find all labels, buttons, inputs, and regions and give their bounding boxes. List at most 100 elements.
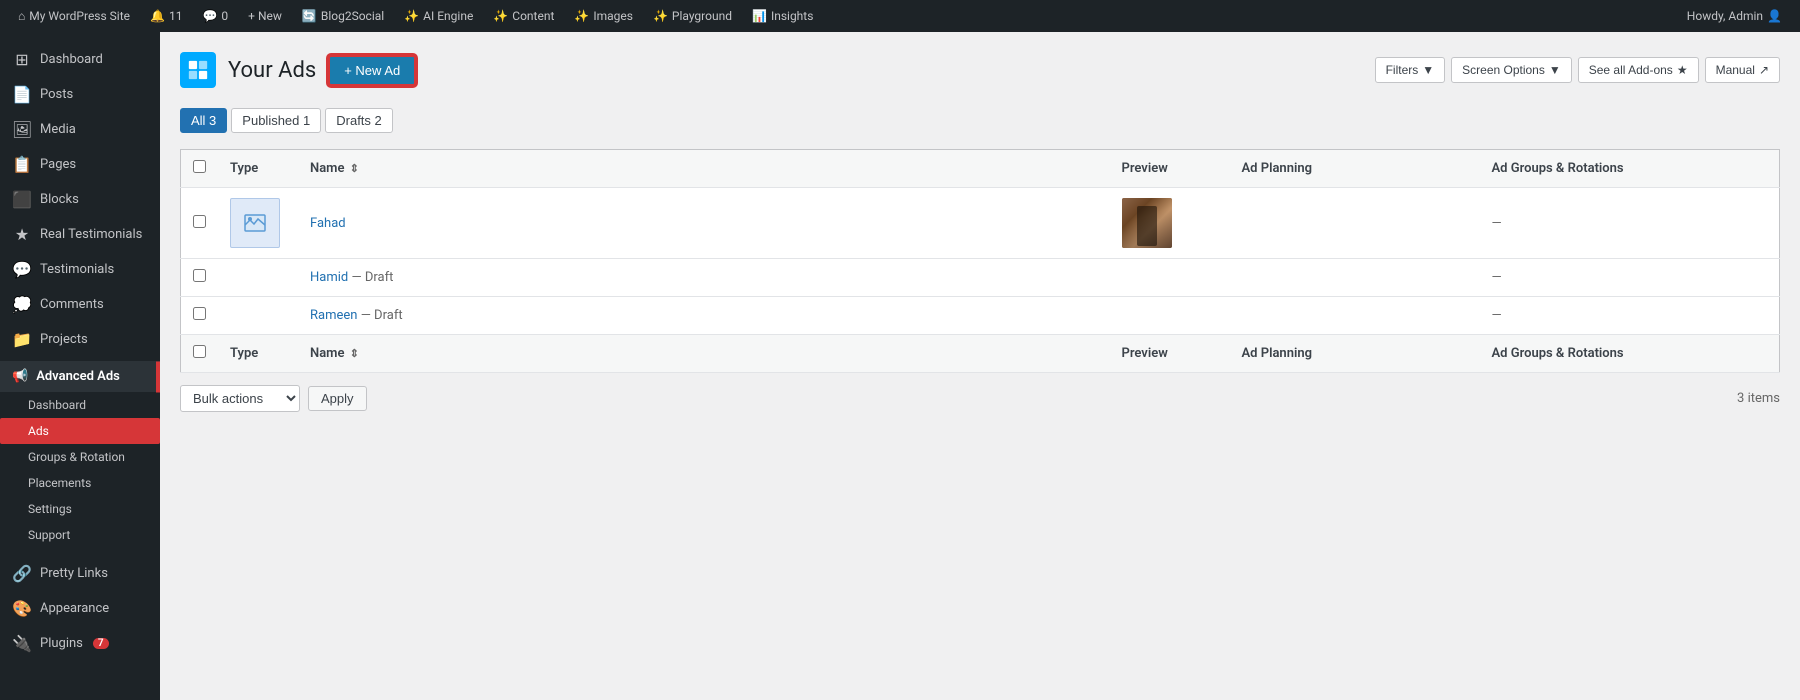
sidebar-item-pretty-links[interactable]: 🔗 Pretty Links	[0, 556, 160, 591]
sidebar-item-media[interactable]: 🖼 Media	[0, 112, 160, 147]
row-preview-hamid	[1110, 259, 1230, 297]
see-all-addons-button[interactable]: See all Add-ons ★	[1578, 57, 1699, 83]
ad-preview-thumb-fahad	[1122, 198, 1172, 248]
tab-all[interactable]: All 3	[180, 108, 227, 133]
tfh-groups-label: Ad Groups & Rotations	[1492, 346, 1624, 361]
filters-button[interactable]: Filters ▼	[1375, 57, 1446, 83]
ads-table: Type Name ⇕ Preview Ad Planning Ad Group…	[180, 149, 1780, 373]
pages-icon: 📋	[12, 155, 32, 174]
site-name-text: My WordPress Site	[29, 9, 130, 23]
sidebar-label-advanced-ads: Advanced Ads	[36, 369, 120, 384]
th-groups: Ad Groups & Rotations	[1480, 150, 1780, 188]
th-type: Type	[218, 150, 298, 188]
notifications-link[interactable]: 🔔 11	[142, 0, 190, 32]
comments-count: 0	[221, 9, 228, 23]
new-ad-button[interactable]: + New Ad	[328, 55, 416, 86]
sidebar-subitem-aa-placements[interactable]: Placements	[0, 470, 160, 496]
th-name-label: Name	[310, 161, 344, 176]
real-testimonials-icon: ★	[12, 225, 32, 244]
row-checkbox-fahad[interactable]	[193, 215, 206, 228]
sidebar-item-real-testimonials[interactable]: ★ Real Testimonials	[0, 217, 160, 252]
sidebar-label-dashboard: Dashboard	[40, 52, 103, 67]
user-greeting[interactable]: Howdy, Admin 👤	[1679, 0, 1790, 32]
sidebar-item-plugins[interactable]: 🔌 Plugins 7	[0, 626, 160, 661]
pretty-links-icon: 🔗	[12, 564, 32, 583]
manual-button[interactable]: Manual ↗	[1705, 57, 1780, 83]
select-all-bottom-checkbox[interactable]	[193, 345, 206, 358]
ad-type-icon-fahad	[230, 198, 280, 248]
sidebar-label-blocks: Blocks	[40, 192, 79, 207]
th-type-label: Type	[230, 161, 258, 176]
blog2social-link[interactable]: 🔄 Blog2Social	[294, 0, 392, 32]
new-content-link[interactable]: + New	[240, 0, 290, 32]
sidebar-item-comments[interactable]: 💭 Comments	[0, 287, 160, 322]
row-type-rameen	[218, 297, 298, 335]
row-check-fahad	[181, 188, 219, 259]
appearance-icon: 🎨	[12, 599, 32, 618]
ad-link-hamid[interactable]: Hamid	[310, 270, 348, 285]
sidebar-section-advanced-ads: 📢 Advanced Ads Dashboard Ads Groups & Ro…	[0, 361, 160, 548]
admin-bar-right: Howdy, Admin 👤	[1679, 0, 1790, 32]
table-header: Type Name ⇕ Preview Ad Planning Ad Group…	[181, 150, 1780, 188]
comments-icon: 💭	[12, 295, 32, 314]
row-checkbox-hamid[interactable]	[193, 269, 206, 282]
bulk-actions-bar: Bulk actions Delete Apply 3 items	[180, 385, 1780, 412]
tab-published[interactable]: Published 1	[231, 108, 321, 133]
sidebar-label-real-testimonials: Real Testimonials	[40, 227, 142, 242]
sidebar-sublabel-aa-settings: Settings	[28, 502, 72, 516]
sidebar-subitem-aa-support[interactable]: Support	[0, 522, 160, 548]
sidebar-item-projects[interactable]: 📁 Projects	[0, 322, 160, 357]
insights-icon: 📊	[752, 9, 767, 23]
playground-link[interactable]: ✨ Playground	[645, 0, 740, 32]
sidebar-item-blocks[interactable]: ⬛ Blocks	[0, 182, 160, 217]
sidebar-subitem-aa-dashboard[interactable]: Dashboard	[0, 392, 160, 418]
ad-link-fahad[interactable]: Fahad	[310, 216, 346, 231]
ai-engine-label: AI Engine	[423, 9, 473, 23]
th-name[interactable]: Name ⇕	[298, 150, 1110, 188]
row-groups-value-rameen: —	[1492, 308, 1502, 323]
layout: ⊞ Dashboard 📄 Posts 🖼 Media 📋 Pages ⬛ Bl…	[0, 32, 1800, 700]
notifications-count: 11	[169, 9, 183, 23]
page-header: Your Ads + New Ad Filters ▼ Screen Optio…	[180, 52, 1780, 88]
new-label-text: + New	[248, 9, 282, 23]
tab-drafts[interactable]: Drafts 2	[325, 108, 393, 133]
screen-options-button[interactable]: Screen Options ▼	[1451, 57, 1572, 83]
bulk-actions-select[interactable]: Bulk actions Delete	[180, 385, 300, 412]
tfh-sort-icon: ⇕	[350, 347, 359, 360]
apply-button[interactable]: Apply	[308, 386, 367, 411]
sidebar-item-posts[interactable]: 📄 Posts	[0, 77, 160, 112]
images-link[interactable]: ✨ Images	[566, 0, 641, 32]
sidebar-sublabel-aa-support: Support	[28, 528, 70, 542]
sidebar-item-dashboard[interactable]: ⊞ Dashboard	[0, 42, 160, 77]
insights-link[interactable]: 📊 Insights	[744, 0, 821, 32]
manual-label: Manual	[1716, 63, 1755, 77]
content-link[interactable]: ✨ Content	[485, 0, 562, 32]
sidebar-subitem-aa-groups[interactable]: Groups & Rotation	[0, 444, 160, 470]
ad-link-rameen[interactable]: Rameen	[310, 308, 357, 323]
playground-icon: ✨	[653, 9, 668, 23]
table-header-row: Type Name ⇕ Preview Ad Planning Ad Group…	[181, 150, 1780, 188]
sidebar-subitem-aa-ads[interactable]: Ads	[0, 418, 160, 444]
sidebar-subitem-aa-settings[interactable]: Settings	[0, 496, 160, 522]
table-row: Fahad —	[181, 188, 1780, 259]
insights-label: Insights	[771, 9, 813, 23]
row-preview-fahad	[1110, 188, 1230, 259]
site-name-link[interactable]: ⌂ My WordPress Site	[10, 0, 138, 32]
th-preview: Preview	[1110, 150, 1230, 188]
user-greeting-text: Howdy, Admin	[1687, 9, 1763, 23]
ai-engine-link[interactable]: ✨ AI Engine	[396, 0, 481, 32]
select-all-checkbox[interactable]	[193, 160, 206, 173]
sidebar-item-testimonials[interactable]: 💬 Testimonials	[0, 252, 160, 287]
sidebar-item-advanced-ads[interactable]: 📢 Advanced Ads	[0, 361, 160, 392]
sidebar-item-appearance[interactable]: 🎨 Appearance	[0, 591, 160, 626]
row-name-rameen: Rameen — Draft	[298, 297, 1110, 335]
sidebar-sublabel-aa-dashboard: Dashboard	[28, 398, 86, 412]
projects-icon: 📁	[12, 330, 32, 349]
comments-link[interactable]: 💬 0	[194, 0, 236, 32]
tfh-preview-label: Preview	[1122, 346, 1168, 361]
tfh-name[interactable]: Name ⇕	[298, 335, 1110, 373]
plugins-badge: 7	[93, 638, 109, 649]
sidebar-item-pages[interactable]: 📋 Pages	[0, 147, 160, 182]
row-checkbox-rameen[interactable]	[193, 307, 206, 320]
sort-icon: ⇕	[350, 162, 359, 175]
